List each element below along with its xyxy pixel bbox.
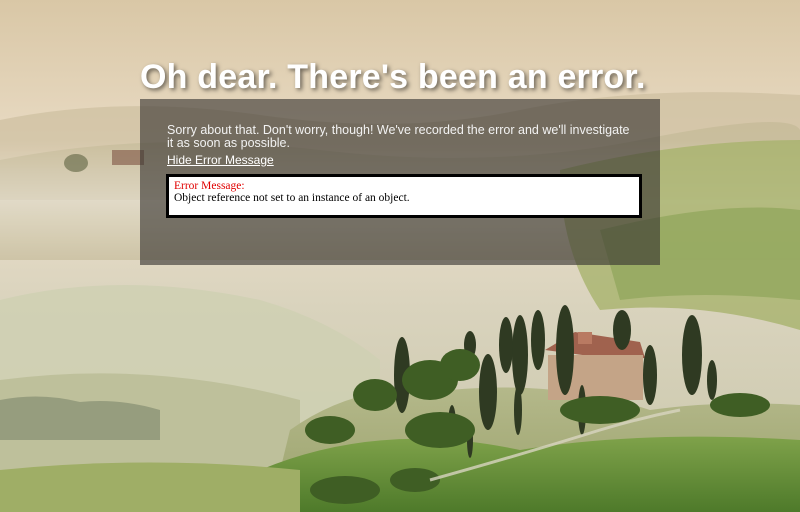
hide-error-message-link[interactable]: Hide Error Message — [167, 153, 274, 167]
error-details-box: Error Message: Object reference not set … — [166, 174, 642, 218]
error-panel: Sorry about that. Don't worry, though! W… — [140, 99, 660, 265]
error-message-label: Error Message: — [174, 180, 245, 192]
error-message-text: Object reference not set to an instance … — [174, 192, 410, 204]
page-title: Oh dear. There's been an error. — [140, 58, 646, 96]
apology-message: Sorry about that. Don't worry, though! W… — [167, 123, 630, 150]
